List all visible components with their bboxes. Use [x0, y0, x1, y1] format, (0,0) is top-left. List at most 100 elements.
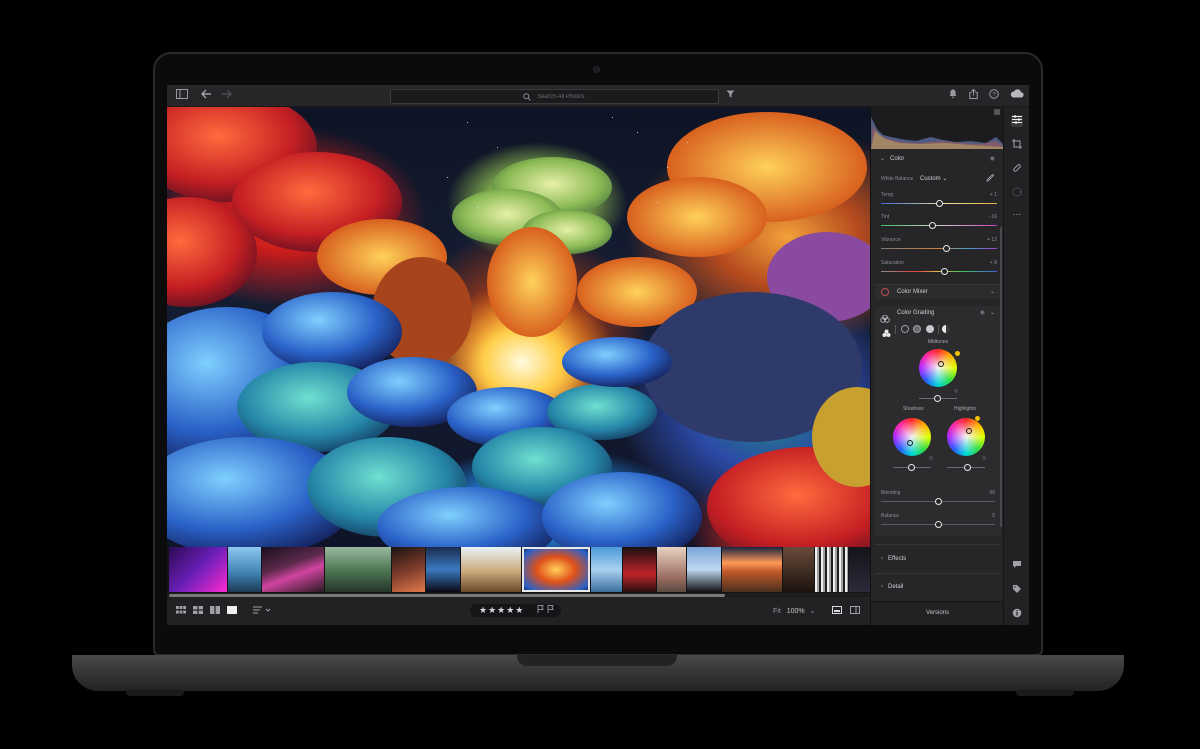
bell-icon[interactable] — [946, 89, 960, 103]
detail-section-header[interactable]: › Detail — [871, 584, 1004, 590]
midtones-mode-icon[interactable] — [913, 325, 921, 333]
slider-knob[interactable] — [936, 200, 943, 207]
highlights-mode-icon[interactable] — [926, 325, 934, 333]
eye-icon[interactable]: ◎ — [954, 388, 958, 394]
filter-icon[interactable] — [723, 89, 737, 103]
more-icon[interactable]: ··· — [1011, 208, 1023, 220]
thumbnail[interactable] — [262, 547, 324, 592]
midtones-point[interactable] — [938, 361, 944, 367]
edit-panel: ⌄ Color ◉ White Balance Custom ⌄ Temp + 1… — [870, 107, 1004, 625]
thumbnail[interactable] — [325, 547, 391, 592]
healing-icon[interactable] — [1011, 163, 1023, 175]
highlights-hue-handle[interactable] — [975, 416, 980, 421]
slider-knob[interactable] — [942, 245, 950, 252]
slider-track[interactable] — [881, 248, 997, 249]
tint-slider[interactable]: Tint - 16 — [881, 214, 997, 234]
color-mixer-title: Color Mixer — [897, 289, 928, 295]
tag-icon[interactable] — [1011, 584, 1023, 596]
thumbnail[interactable] — [783, 547, 814, 592]
vibrance-slider[interactable]: Vibrance + 12 — [881, 237, 997, 257]
laptop-foot — [126, 690, 184, 696]
saturation-slider[interactable]: Saturation + 8 — [881, 260, 997, 280]
midtones-hue-handle[interactable] — [955, 351, 960, 356]
sort-icon[interactable] — [253, 606, 271, 615]
thumbnail[interactable] — [591, 547, 622, 592]
thumbnail[interactable] — [228, 547, 261, 592]
highlights-point[interactable] — [966, 428, 972, 434]
white-balance-dropdown[interactable]: Custom ⌄ — [920, 175, 947, 182]
slider-knob[interactable] — [940, 268, 948, 275]
slider-knob[interactable] — [929, 222, 937, 229]
highlights-wheel[interactable] — [947, 418, 985, 456]
chevron-down-icon[interactable]: ⌄ — [990, 309, 995, 316]
arrow-left-icon[interactable] — [199, 89, 213, 103]
cloud-icon[interactable] — [1009, 89, 1025, 103]
slider-knob[interactable] — [908, 464, 915, 471]
detail-title: Detail — [888, 584, 904, 590]
sliders-icon[interactable] — [1011, 115, 1023, 127]
eye-icon[interactable]: ◉ — [980, 309, 985, 316]
effects-section-header[interactable]: › Effects — [871, 556, 1004, 562]
effects-title: Effects — [888, 556, 907, 562]
thumbnail[interactable] — [657, 547, 686, 592]
star-rating[interactable]: ★★★★★ — [479, 605, 524, 616]
eyedropper-icon[interactable] — [986, 173, 995, 184]
arrow-right-icon[interactable] — [219, 89, 233, 103]
panel-scrollbar[interactable] — [1000, 227, 1002, 527]
thumbnail[interactable] — [461, 547, 521, 592]
masking-icon[interactable] — [1011, 187, 1023, 199]
compare-view-icon[interactable] — [210, 606, 220, 615]
shadows-point[interactable] — [907, 440, 913, 446]
slider-track[interactable] — [881, 225, 997, 226]
chevron-down-icon[interactable]: ⌄ — [990, 288, 995, 295]
thumbnail[interactable] — [849, 547, 870, 592]
shadows-mode-icon[interactable] — [901, 325, 909, 333]
search-input[interactable] — [537, 92, 657, 102]
divider — [875, 544, 1000, 545]
search-box[interactable] — [390, 89, 719, 104]
info-overlay-icon[interactable] — [832, 606, 842, 615]
slider-knob[interactable] — [934, 395, 941, 402]
slider-track[interactable] — [881, 271, 997, 272]
info-icon[interactable] — [1011, 608, 1023, 620]
temp-slider[interactable]: Temp + 1 — [881, 192, 997, 212]
shadows-wheel[interactable] — [893, 418, 931, 456]
global-mode-icon[interactable] — [942, 325, 950, 333]
eye-icon[interactable]: ◉ — [990, 155, 995, 162]
thumbnail[interactable] — [722, 547, 782, 592]
slider-knob[interactable] — [964, 464, 971, 471]
star — [447, 177, 448, 178]
zoom-control[interactable]: Fit 100% ⌄ — [773, 607, 815, 615]
midtones-wheel[interactable] — [919, 349, 957, 387]
crop-icon[interactable] — [1011, 139, 1023, 151]
slider-knob[interactable] — [935, 498, 942, 505]
thumbnail-selected[interactable] — [522, 547, 590, 592]
panel-toggle-icon[interactable] — [850, 606, 860, 615]
thumbnail[interactable] — [623, 547, 656, 592]
comment-icon[interactable] — [1011, 560, 1023, 572]
flag-icons[interactable] — [537, 605, 557, 615]
share-icon[interactable] — [966, 88, 980, 103]
sidebar-toggle-icon[interactable] — [175, 89, 189, 103]
clipping-indicator[interactable] — [994, 109, 1000, 115]
grid-small-icon[interactable] — [176, 606, 186, 615]
slider-value: 0 — [992, 513, 995, 519]
grid-large-icon[interactable] — [193, 606, 203, 615]
color-section-header[interactable]: ⌄ Color ◉ — [871, 155, 1004, 162]
versions-bar[interactable]: Versions — [871, 601, 1004, 625]
thumbnail[interactable] — [815, 547, 848, 592]
rating-control[interactable]: ★★★★★ — [470, 604, 561, 617]
help-icon[interactable]: ? — [987, 89, 1001, 103]
thumbnail[interactable] — [392, 547, 425, 592]
main-photo-canvas[interactable] — [167, 107, 870, 547]
eye-icon[interactable]: ◎ — [929, 455, 933, 461]
thumbnail[interactable] — [169, 547, 227, 592]
color-mixer-row[interactable]: Color Mixer ⌄ — [875, 285, 1001, 299]
thumbnail[interactable] — [687, 547, 721, 592]
balance-slider[interactable]: Balance 0 — [881, 513, 995, 533]
single-view-icon[interactable] — [227, 606, 237, 615]
blending-slider[interactable]: Blending 50 — [881, 490, 995, 510]
slider-knob[interactable] — [935, 521, 942, 528]
thumbnail[interactable] — [426, 547, 460, 592]
eye-icon[interactable]: ◎ — [982, 455, 986, 461]
